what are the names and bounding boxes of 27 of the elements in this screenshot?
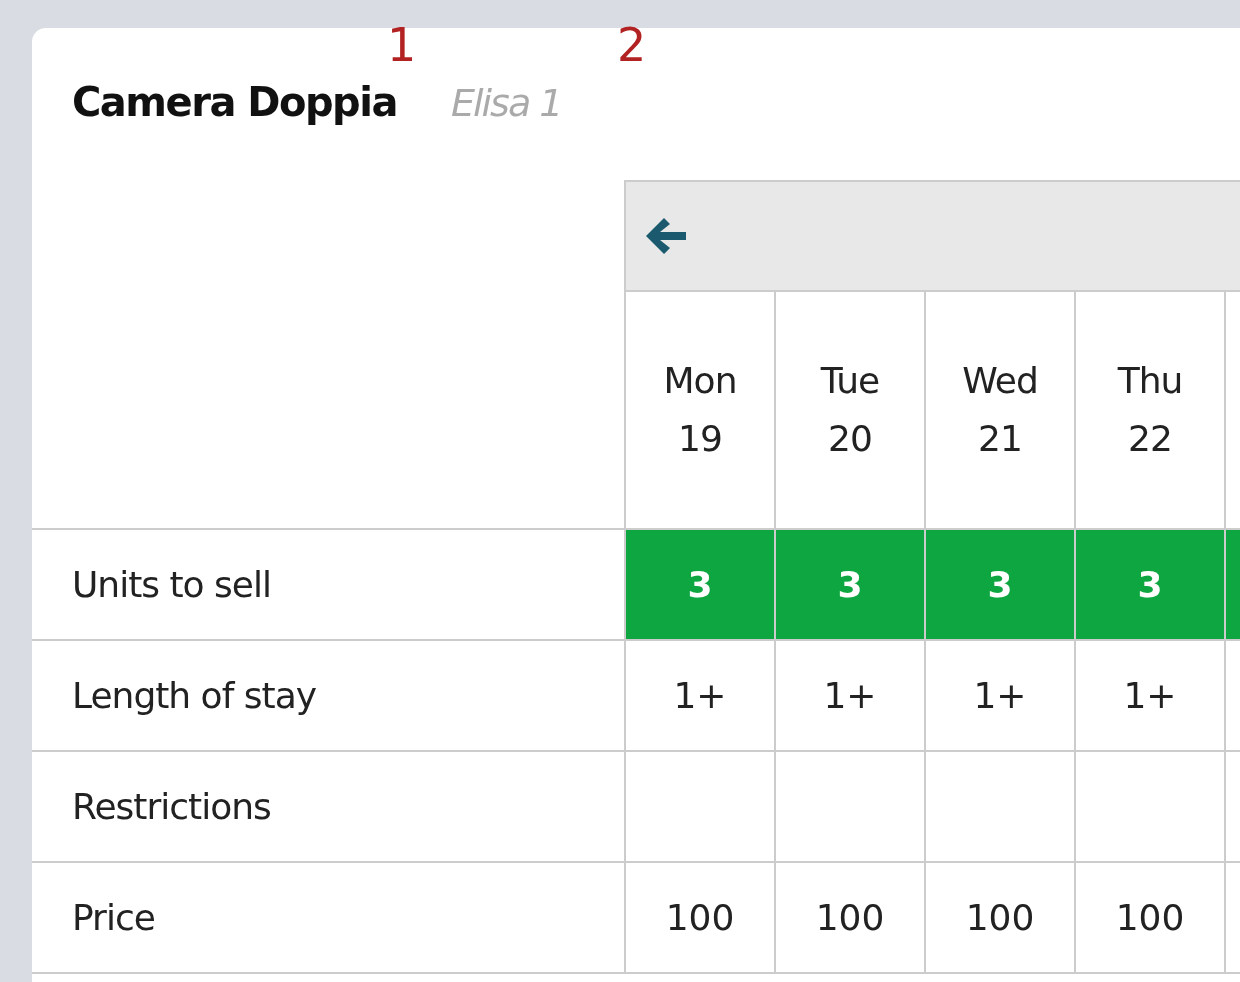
row-label: Length of stay (32, 639, 624, 750)
weekday-label: Wed (962, 359, 1038, 404)
date-label: 19 (678, 417, 722, 461)
stay-cell: 1+ (1074, 639, 1224, 750)
price-cell: 100 (924, 861, 1074, 972)
units-cell: 3 (1074, 528, 1224, 639)
date-label: 22 (1128, 417, 1172, 461)
annotation-marker: 1 (387, 20, 417, 71)
date-label: 21 (978, 417, 1022, 461)
price-cell: 100 (624, 861, 774, 972)
units-cell: 3 (624, 528, 774, 639)
price-cell: 100 (774, 861, 924, 972)
row-label: Price (32, 861, 624, 972)
annotation-marker: 2 (617, 20, 647, 71)
weekday-label: Mon (663, 359, 737, 404)
weekday-label: Thu (1117, 359, 1183, 404)
stay-cell: 1+ (774, 639, 924, 750)
stay-cell: 1+ (924, 639, 1074, 750)
units-cell: 3 (924, 528, 1074, 639)
price-cell: 100 (1074, 861, 1224, 972)
row-label: Restrictions (32, 750, 624, 861)
weekday-label: Tue (820, 359, 880, 404)
date-label: 20 (828, 417, 872, 461)
units-cell: 3 (774, 528, 924, 639)
room-subtitle: Elisa 1 (450, 80, 562, 127)
stay-cell: 1+ (624, 639, 774, 750)
room-title: Camera Doppia (72, 78, 397, 127)
